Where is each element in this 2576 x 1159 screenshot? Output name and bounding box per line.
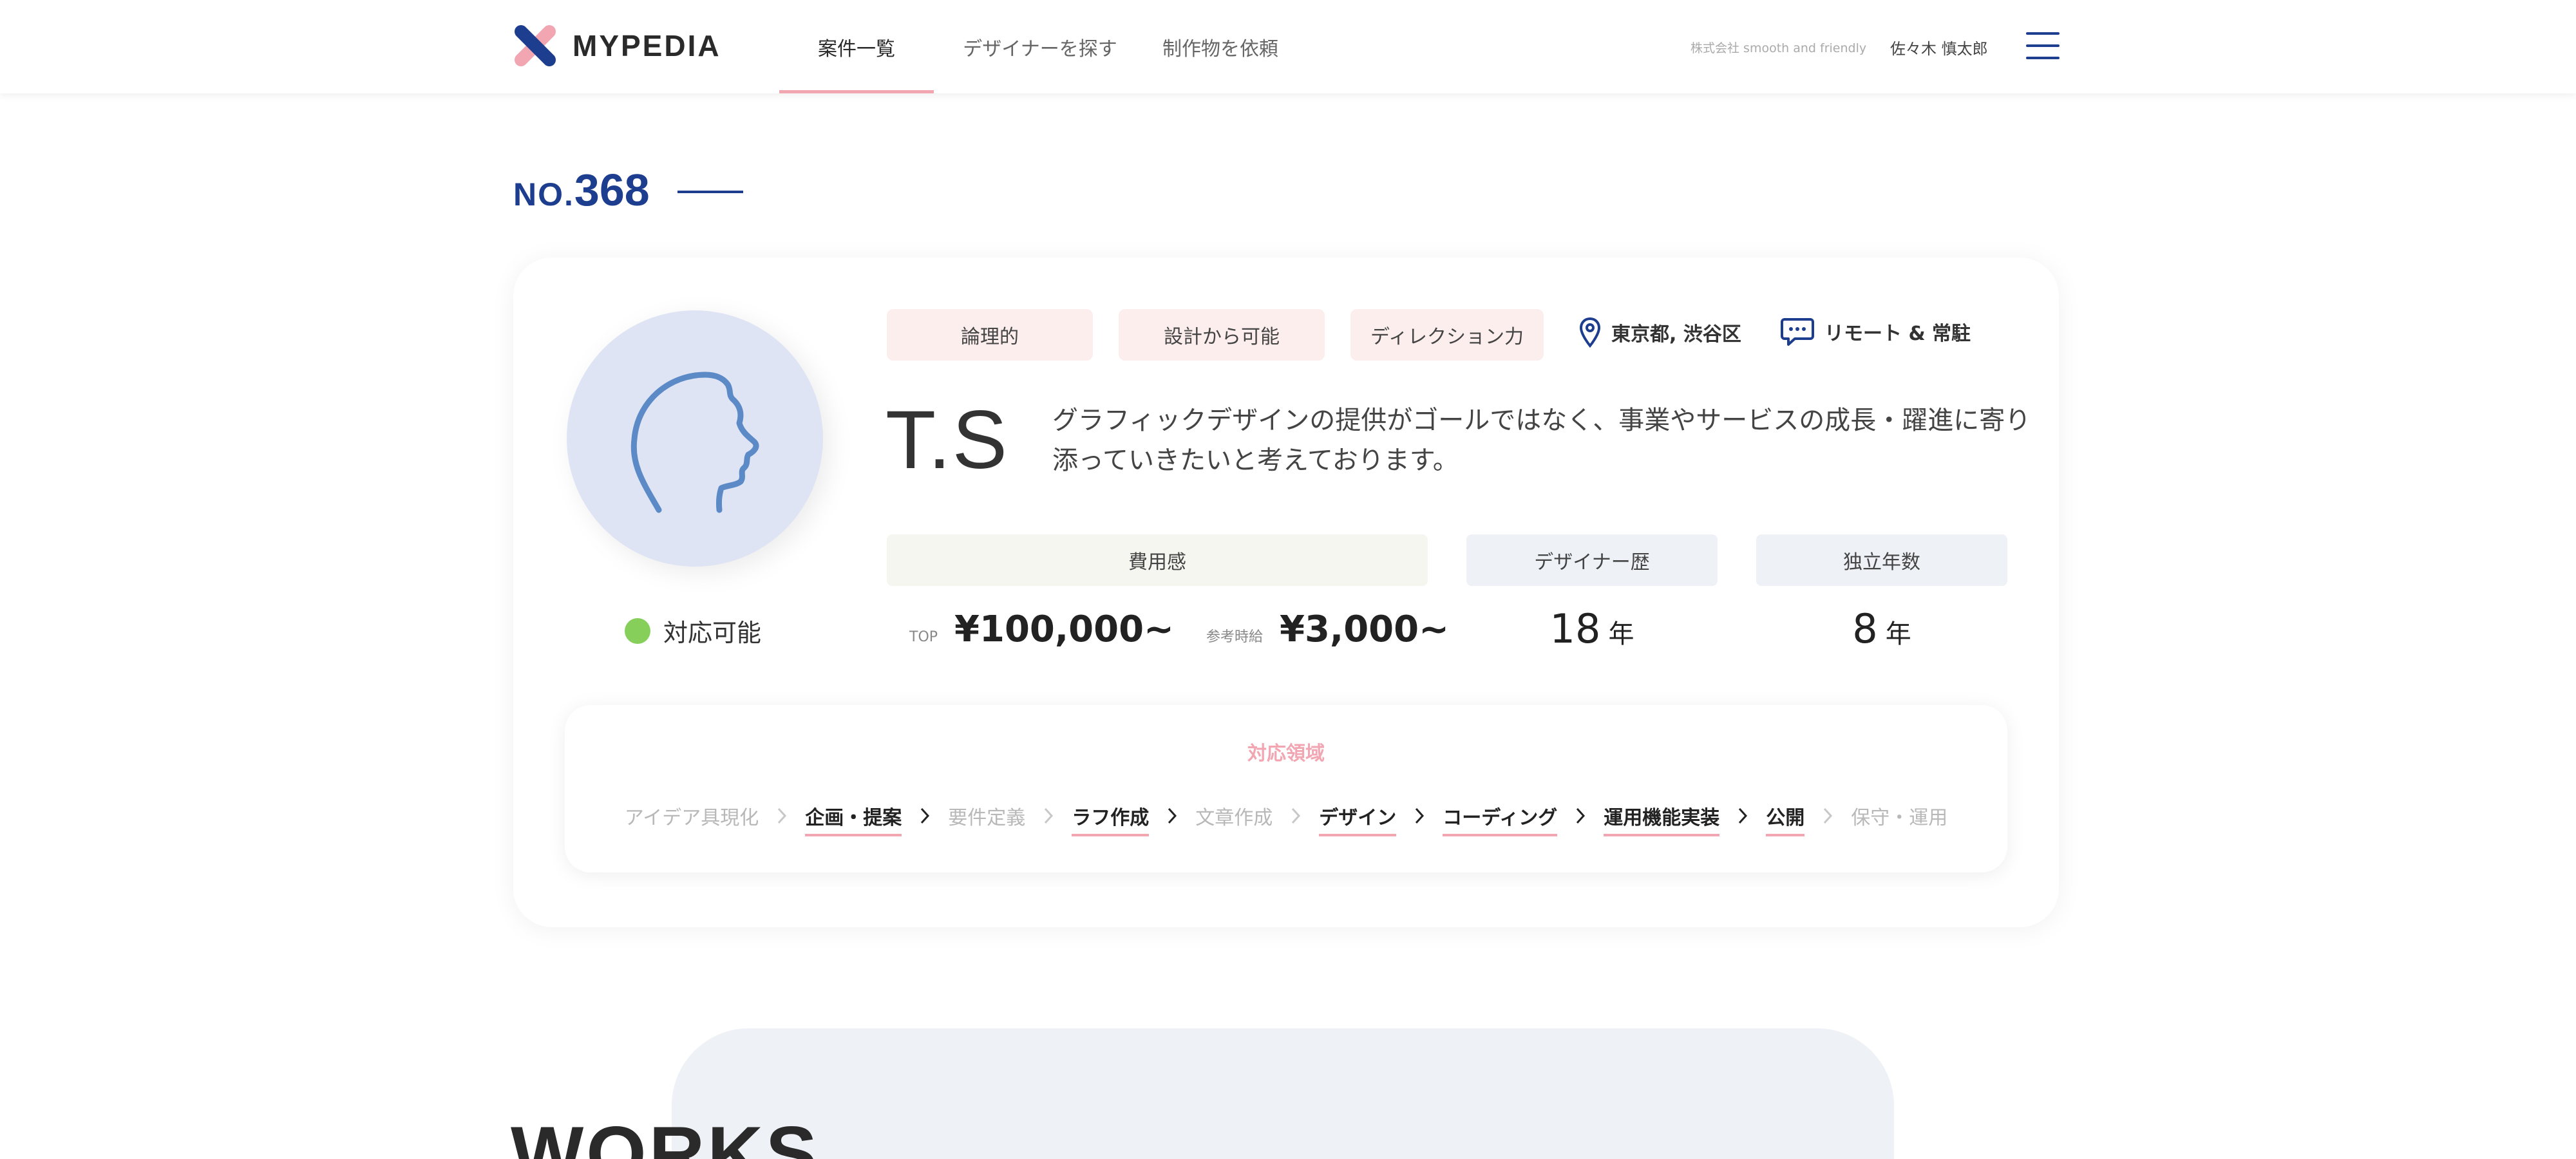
location-text: 東京都, 渋谷区 (1611, 323, 1741, 346)
area-step: アイデア具現化 (624, 807, 759, 829)
works-background (672, 1028, 1894, 1159)
designer-bio: グラフィックデザインの提供がゴールではなく、事業やサービスの成長・躍進に寄り添っ… (1052, 406, 2031, 475)
top-price-label: TOP (909, 629, 938, 645)
chevron-right-icon (1738, 807, 1748, 825)
number-divider (677, 191, 743, 193)
nav-item-projects[interactable]: 案件一覧 (779, 0, 934, 93)
company-name: 株式会社 smooth and friendly (1690, 41, 1867, 55)
chevron-right-icon (920, 807, 930, 825)
skill-tag: ディレクション力 (1350, 309, 1544, 361)
service-areas: 対応領域 アイデア具現化 企画・提案 要件定義 ラフ作成 文章作成 デザイン コ… (565, 705, 2007, 872)
logo-text: MYPEDIA (573, 29, 721, 62)
chevron-right-icon (1043, 807, 1054, 825)
number-prefix: NO. (513, 176, 574, 212)
status-dot (625, 617, 650, 644)
user-name[interactable]: 佐々木 慎太郎 (1890, 36, 1988, 59)
location: 東京都, 渋谷区 (1579, 317, 1741, 348)
career-years-value: 18 (1549, 605, 1601, 652)
career-years-unit: 年 (1608, 619, 1634, 649)
chevron-right-icon (1575, 807, 1586, 825)
cost-values: TOP ¥100,000~ 参考時給 ¥3,000~ (909, 608, 1449, 650)
independent-heading: 独立年数 (1756, 534, 2007, 586)
work-style-text: リモート & 常駐 (1824, 323, 1971, 345)
site-header: MYPEDIA 案件一覧 デザイナーを探す 制作物を依頼 株式会社 smooth… (0, 0, 2576, 93)
area-step: 要件定義 (948, 807, 1026, 829)
site-logo[interactable]: MYPEDIA (512, 23, 721, 68)
work-style: リモート & 常駐 (1781, 317, 1971, 346)
chat-bubble-icon (1781, 318, 1814, 346)
areas-flow: アイデア具現化 企画・提案 要件定義 ラフ作成 文章作成 デザイン コーディング… (565, 795, 2007, 836)
skill-tag: 設計から可能 (1119, 309, 1325, 361)
location-pin-icon (1579, 317, 1601, 348)
areas-title: 対応領域 (1247, 742, 1325, 765)
designer-initials: T.S (886, 394, 1009, 486)
career-years: 18 年 (1466, 605, 1718, 652)
logo-x-icon (515, 25, 556, 66)
independent-years: 8 年 (1756, 605, 2007, 652)
nav-item-request-work[interactable]: 制作物を依頼 (1146, 0, 1294, 93)
chevron-right-icon (777, 807, 787, 825)
nav-item-find-designer[interactable]: デザイナーを探す (934, 0, 1146, 93)
area-step: 運用機能実装 (1604, 802, 1720, 836)
area-step: 企画・提案 (805, 802, 902, 836)
area-step: デザイン (1319, 802, 1397, 836)
hourly-rate-label: 参考時給 (1206, 629, 1263, 645)
profile-number: NO. 368 (513, 164, 650, 216)
area-step: ラフ作成 (1072, 802, 1150, 836)
area-step: 文章作成 (1195, 807, 1273, 829)
cost-heading: 費用感 (887, 534, 1428, 586)
skill-tag: 論理的 (887, 309, 1093, 361)
top-price-value: ¥100,000~ (954, 608, 1174, 650)
chevron-right-icon (1291, 807, 1301, 825)
independent-years-value: 8 (1852, 605, 1878, 652)
works-title: WORKS (511, 1111, 820, 1159)
independent-years-unit: 年 (1885, 619, 1911, 649)
hamburger-menu-icon[interactable] (2026, 32, 2060, 59)
designer-profile-card: 対応可能 論理的 設計から可能 ディレクション力 東京都, 渋谷区 リモート &… (513, 258, 2059, 927)
availability-status: 対応可能 (625, 613, 761, 648)
career-heading: デザイナー歴 (1466, 534, 1718, 586)
hourly-rate-value: ¥3,000~ (1280, 608, 1450, 650)
head-silhouette-icon (630, 372, 759, 513)
chevron-right-icon (1414, 807, 1425, 825)
main-nav: 案件一覧 デザイナーを探す 制作物を依頼 (779, 0, 1294, 93)
status-text: 対応可能 (663, 619, 762, 647)
area-step: コーディング (1443, 802, 1558, 836)
area-step: 保守・運用 (1851, 807, 1948, 829)
area-step: 公開 (1766, 802, 1805, 836)
chevron-right-icon (1823, 807, 1833, 825)
chevron-right-icon (1167, 807, 1177, 825)
avatar (567, 310, 823, 567)
number-value: 368 (574, 165, 650, 215)
